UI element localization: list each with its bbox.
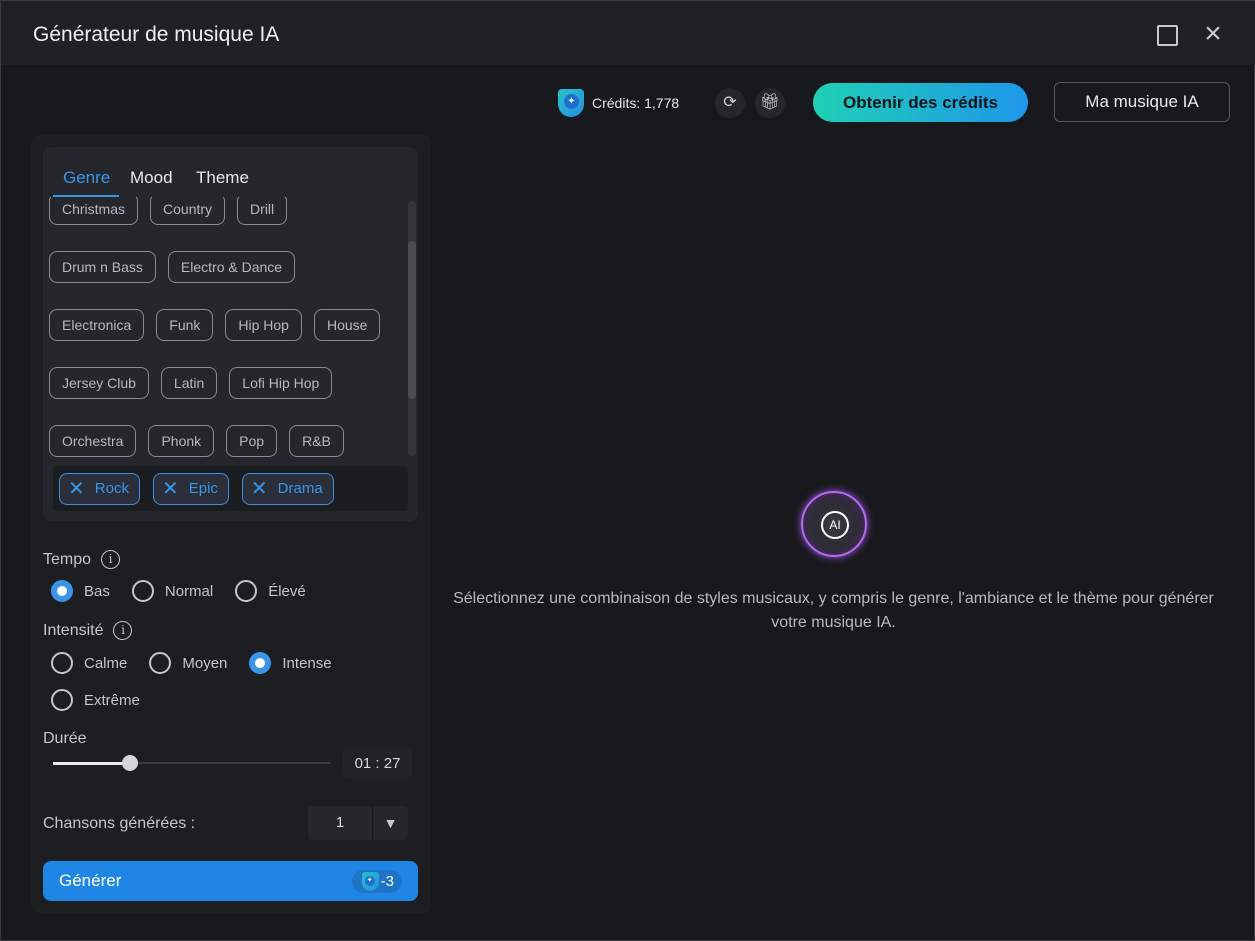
ai-logo-text: AI	[821, 511, 849, 539]
genre-chip[interactable]: Electro & Dance	[167, 251, 296, 283]
radio-intensity[interactable]: Extrême	[51, 689, 140, 711]
credits-shield-icon	[361, 871, 379, 891]
generate-label: Générer	[59, 871, 122, 890]
selected-tag-label: Rock	[94, 480, 129, 497]
generate-cost: -3	[380, 872, 394, 890]
tab-mood[interactable]: Mood	[130, 168, 173, 188]
credits-display: Crédits: 1,778	[558, 89, 679, 117]
genre-chip[interactable]: Lofi Hip Hop	[229, 367, 333, 399]
radio-button[interactable]	[249, 652, 272, 674]
selected-tag[interactable]: ✕ Drama	[241, 473, 334, 505]
genre-chip[interactable]: Christmas	[49, 197, 139, 225]
genre-chip[interactable]: Electronica	[49, 309, 145, 341]
get-credits-button[interactable]: Obtenir des crédits	[813, 83, 1028, 122]
genre-chip[interactable]: Latin	[160, 367, 218, 399]
selected-tag[interactable]: ✕ Epic	[152, 473, 229, 505]
tempo-label-text: Tempo	[43, 551, 92, 568]
close-button[interactable]: ×	[1199, 19, 1227, 49]
window-title: Générateur de musique IA	[33, 23, 280, 46]
gift-icon[interactable]: 🎁︎	[755, 88, 785, 118]
tab-theme[interactable]: Theme	[196, 168, 249, 188]
radio-intensity[interactable]: Intense	[249, 652, 332, 674]
remove-icon[interactable]: ✕	[251, 474, 268, 504]
selected-tags-bar: ✕ Rock ✕ Epic ✕ Drama	[53, 466, 408, 511]
radio-button[interactable]	[51, 580, 73, 602]
genre-list: Christmas Country Drill Drum n Bass Electro …	[49, 197, 404, 459]
radio-intensity[interactable]: Moyen	[149, 652, 227, 674]
radio-button[interactable]	[235, 580, 258, 602]
selected-tag[interactable]: ✕ Rock	[59, 473, 140, 505]
radio-tempo[interactable]: Élevé	[235, 580, 306, 602]
genre-chip[interactable]: House	[313, 309, 381, 341]
songs-label: Chansons générées :	[43, 815, 196, 832]
genre-chip[interactable]: Orchestra	[49, 425, 137, 457]
songs-count-select[interactable]: 1 ▼	[308, 806, 408, 840]
genre-chip[interactable]: R&B	[289, 425, 344, 457]
chevron-down-icon[interactable]: ▼	[373, 806, 408, 840]
maximize-button[interactable]	[1157, 25, 1178, 46]
empty-state-message: Sélectionnez une combinaison de styles m…	[453, 590, 1214, 631]
generate-button[interactable]: Générer -3	[43, 861, 418, 901]
radio-button[interactable]	[131, 580, 154, 602]
genre-chip[interactable]: Drum n Bass	[49, 251, 156, 283]
radio-button[interactable]	[51, 652, 73, 674]
radio-label: Bas	[84, 582, 110, 600]
duration-value: 01 : 27	[343, 749, 412, 778]
duration-slider-thumb[interactable]	[122, 755, 138, 771]
genre-chip[interactable]: Funk	[156, 309, 214, 341]
ai-logo-icon: AI	[801, 491, 867, 557]
remove-icon[interactable]: ✕	[162, 474, 179, 504]
radio-tempo[interactable]: Normal	[131, 580, 214, 602]
genre-chip[interactable]: Drill	[237, 197, 288, 225]
info-icon[interactable]: i	[113, 621, 133, 640]
genre-chip[interactable]: Pop	[226, 425, 278, 457]
radio-button[interactable]	[149, 652, 172, 674]
radio-label: Moyen	[182, 654, 228, 672]
radio-button[interactable]	[51, 689, 73, 711]
scrollbar-thumb[interactable]	[408, 241, 416, 399]
generate-cost-badge: -3	[351, 869, 402, 893]
radio-label: Calme	[84, 654, 128, 672]
songs-count-value: 1	[308, 806, 373, 840]
selected-tag-label: Drama	[277, 480, 323, 497]
genre-chip[interactable]: Phonk	[148, 425, 215, 457]
my-music-button[interactable]: Ma musique IA	[1054, 82, 1230, 122]
radio-intensity[interactable]: Calme	[51, 652, 127, 674]
credits-label: Crédits: 1,778	[592, 95, 680, 111]
refresh-icon[interactable]: ⟳	[715, 88, 745, 118]
genre-chip[interactable]: Country	[150, 197, 226, 225]
duration-label: Durée	[43, 730, 87, 747]
intensity-label: Intensité i	[43, 621, 133, 640]
radio-tempo[interactable]: Bas	[51, 580, 110, 602]
genre-chip[interactable]: Jersey Club	[49, 367, 149, 399]
credits-shield-icon	[558, 89, 584, 117]
intensity-options-row2: Extrême	[51, 689, 150, 711]
radio-label: Élevé	[268, 582, 306, 600]
radio-label: Extrême	[84, 691, 140, 709]
radio-label: Normal	[164, 582, 214, 600]
info-icon[interactable]: i	[101, 550, 121, 569]
tempo-options: Bas Normal Élevé	[51, 580, 316, 602]
genre-chip[interactable]: Hip Hop	[225, 309, 302, 341]
intensity-label-text: Intensité	[43, 622, 104, 639]
intensity-options: Calme Moyen Intense	[51, 652, 342, 674]
radio-label: Intense	[282, 654, 332, 672]
tempo-label: Tempo i	[43, 550, 121, 569]
tab-genre[interactable]: Genre	[63, 168, 110, 188]
remove-icon[interactable]: ✕	[68, 474, 85, 504]
selected-tag-label: Epic	[188, 480, 218, 497]
duration-slider-fill	[53, 762, 130, 765]
